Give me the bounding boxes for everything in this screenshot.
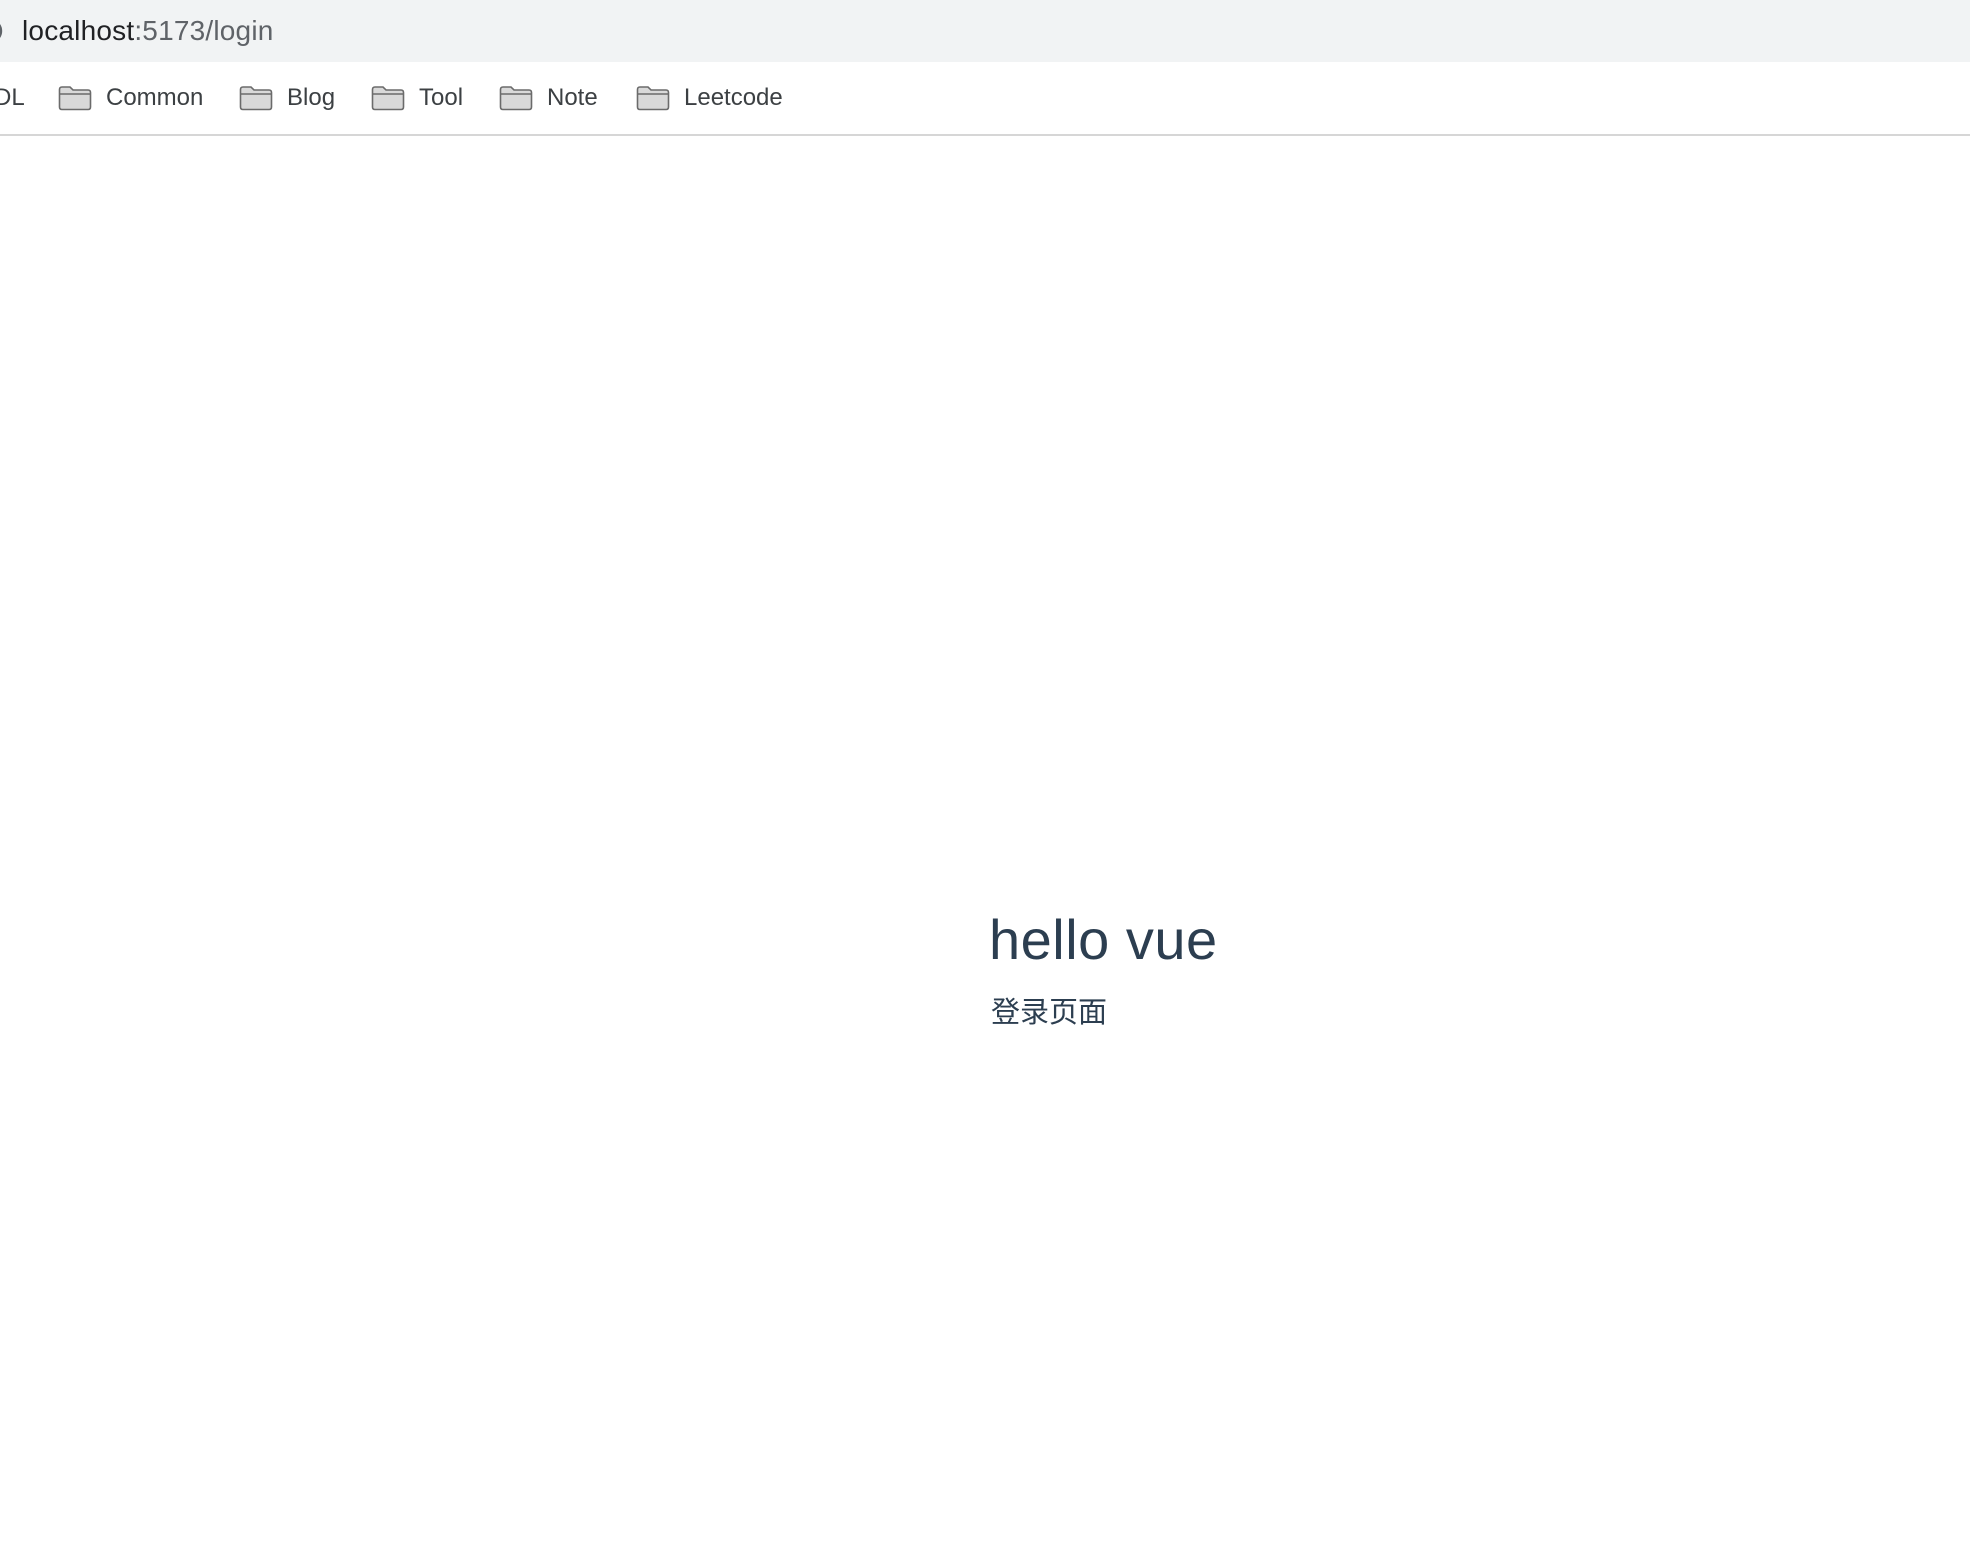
folder-icon [636, 86, 670, 111]
url-path: :5173/login [134, 15, 274, 46]
bookmark-label: Tool [419, 84, 464, 111]
bookmark-partial-item[interactable]: DL [0, 80, 25, 116]
bookmark-label: Blog [287, 84, 336, 111]
bookmark-label: Note [547, 84, 598, 111]
bookmark-folder-note[interactable]: Note [499, 80, 598, 116]
address-bar[interactable]: localhost:5173/login [0, 0, 1970, 62]
page-content: hello vue 登录页面 [0, 136, 1970, 1548]
url-host: localhost [22, 15, 135, 46]
browser-viewport: localhost:5173/login DL Common Blog Tool [0, 0, 1970, 1548]
bookmark-label: Leetcode [684, 84, 783, 111]
page-title: hello vue [989, 908, 1218, 971]
folder-icon [58, 86, 92, 111]
folder-icon [239, 86, 273, 111]
bookmark-folder-leetcode[interactable]: Leetcode [636, 80, 783, 116]
bookmarks-bar: DL Common Blog Tool Note Leetcode [0, 62, 1970, 136]
url-text[interactable]: localhost:5173/login [22, 11, 274, 51]
bookmark-folder-common[interactable]: Common [58, 80, 203, 116]
folder-icon [499, 86, 533, 111]
bookmark-folder-tool[interactable]: Tool [371, 80, 463, 116]
bookmark-folder-blog[interactable]: Blog [239, 80, 335, 116]
info-icon[interactable] [0, 16, 5, 46]
folder-icon [371, 86, 405, 111]
bookmark-label: Common [106, 84, 204, 111]
page-subtitle: 登录页面 [991, 997, 1108, 1029]
